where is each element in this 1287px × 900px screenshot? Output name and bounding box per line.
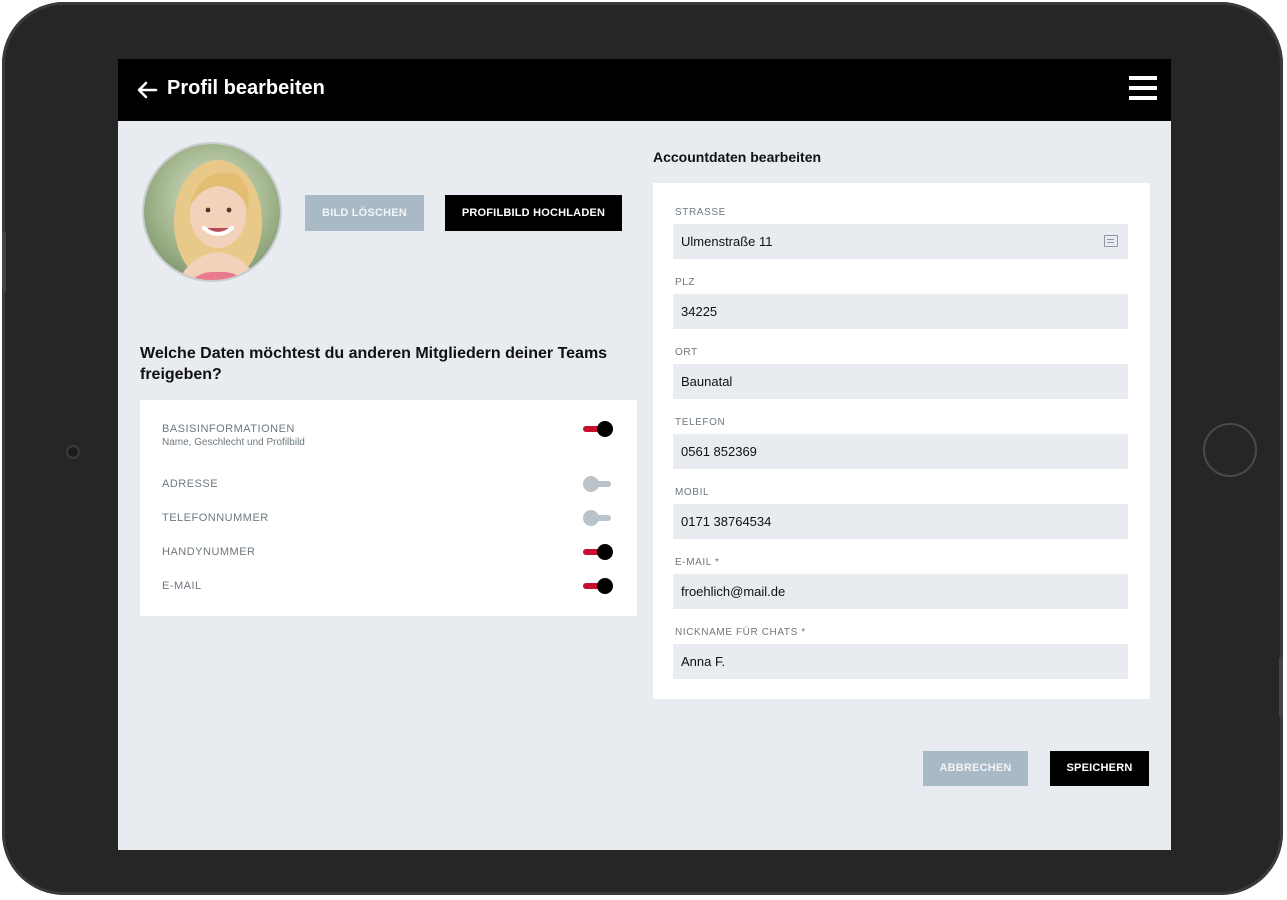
nickname-label: NICKNAME FÜR CHATS * — [675, 627, 806, 638]
profile-photo-icon — [144, 144, 280, 280]
share-item-sublabel: Name, Geschlecht und Profilbild — [162, 437, 305, 448]
share-item-email: E-MAIL — [162, 580, 602, 592]
share-item-label: TELEFONNUMMER — [162, 512, 269, 524]
toggle-adresse[interactable] — [583, 476, 613, 492]
share-item-basisinformationen: BASISINFORMATIONEN Name, Geschlecht und … — [162, 423, 602, 448]
mobile-label: MOBIL — [675, 487, 710, 498]
street-value: Ulmenstraße 11 — [681, 234, 773, 249]
city-label: ORT — [675, 347, 698, 358]
street-field[interactable]: Ulmenstraße 11 — [673, 224, 1128, 259]
street-label: STRASSE — [675, 207, 726, 218]
nickname-field[interactable]: Anna F. — [673, 644, 1128, 679]
phone-field[interactable]: 0561 852369 — [673, 434, 1128, 469]
share-item-adresse: ADRESSE — [162, 478, 602, 490]
page-title: Profil bearbeiten — [167, 77, 325, 99]
tablet-frame: Profil bearbeiten BILD LÖSCHEN PROFILBIL… — [2, 2, 1283, 895]
share-item-label: HANDYNUMMER — [162, 546, 256, 558]
zip-value: 34225 — [681, 304, 718, 319]
delete-picture-button[interactable]: BILD LÖSCHEN — [305, 195, 424, 231]
share-item-telefonnummer: TELEFONNUMMER — [162, 512, 602, 524]
save-button[interactable]: SPEICHERN — [1050, 751, 1149, 786]
account-heading: Accountdaten bearbeiten — [653, 149, 822, 165]
city-field[interactable]: Baunatal — [673, 364, 1128, 399]
back-arrow-icon[interactable] — [136, 79, 158, 101]
share-item-label: ADRESSE — [162, 478, 219, 490]
mobile-value: 0171 38764534 — [681, 514, 772, 529]
email-field[interactable]: froehlich@mail.de — [673, 574, 1128, 609]
home-button[interactable] — [1203, 423, 1257, 477]
toggle-email[interactable] — [583, 578, 613, 594]
upload-picture-button[interactable]: PROFILBILD HOCHLADEN — [445, 195, 622, 231]
volume-button — [2, 232, 6, 292]
sharing-question: Welche Daten möchtest du anderen Mitglie… — [140, 345, 608, 383]
cancel-button[interactable]: ABBRECHEN — [923, 751, 1028, 786]
top-bar: Profil bearbeiten — [118, 59, 1171, 121]
power-button — [1279, 657, 1283, 717]
city-value: Baunatal — [681, 374, 733, 389]
sharing-card: BASISINFORMATIONEN Name, Geschlecht und … — [140, 400, 637, 616]
toggle-basisinformationen[interactable] — [583, 421, 613, 437]
toggle-handynummer[interactable] — [583, 544, 613, 560]
phone-value: 0561 852369 — [681, 444, 757, 459]
share-item-handynummer: HANDYNUMMER — [162, 546, 602, 558]
hamburger-menu-icon[interactable] — [1129, 76, 1157, 103]
phone-label: TELEFON — [675, 417, 726, 428]
toggle-telefonnummer[interactable] — [583, 510, 613, 526]
screen: Profil bearbeiten BILD LÖSCHEN PROFILBIL… — [118, 59, 1171, 850]
front-camera — [66, 445, 80, 459]
zip-field[interactable]: 34225 — [673, 294, 1128, 329]
email-label: E-MAIL * — [675, 557, 720, 568]
email-value: froehlich@mail.de — [681, 584, 786, 599]
share-item-label: BASISINFORMATIONEN — [162, 423, 295, 435]
nickname-value: Anna F. — [681, 654, 726, 669]
account-card: STRASSE Ulmenstraße 11 PLZ 34225 ORT Bau… — [653, 183, 1150, 699]
mobile-field[interactable]: 0171 38764534 — [673, 504, 1128, 539]
address-card-icon[interactable] — [1104, 235, 1118, 247]
share-item-label: E-MAIL — [162, 580, 202, 592]
zip-label: PLZ — [675, 277, 696, 288]
avatar — [142, 142, 282, 282]
